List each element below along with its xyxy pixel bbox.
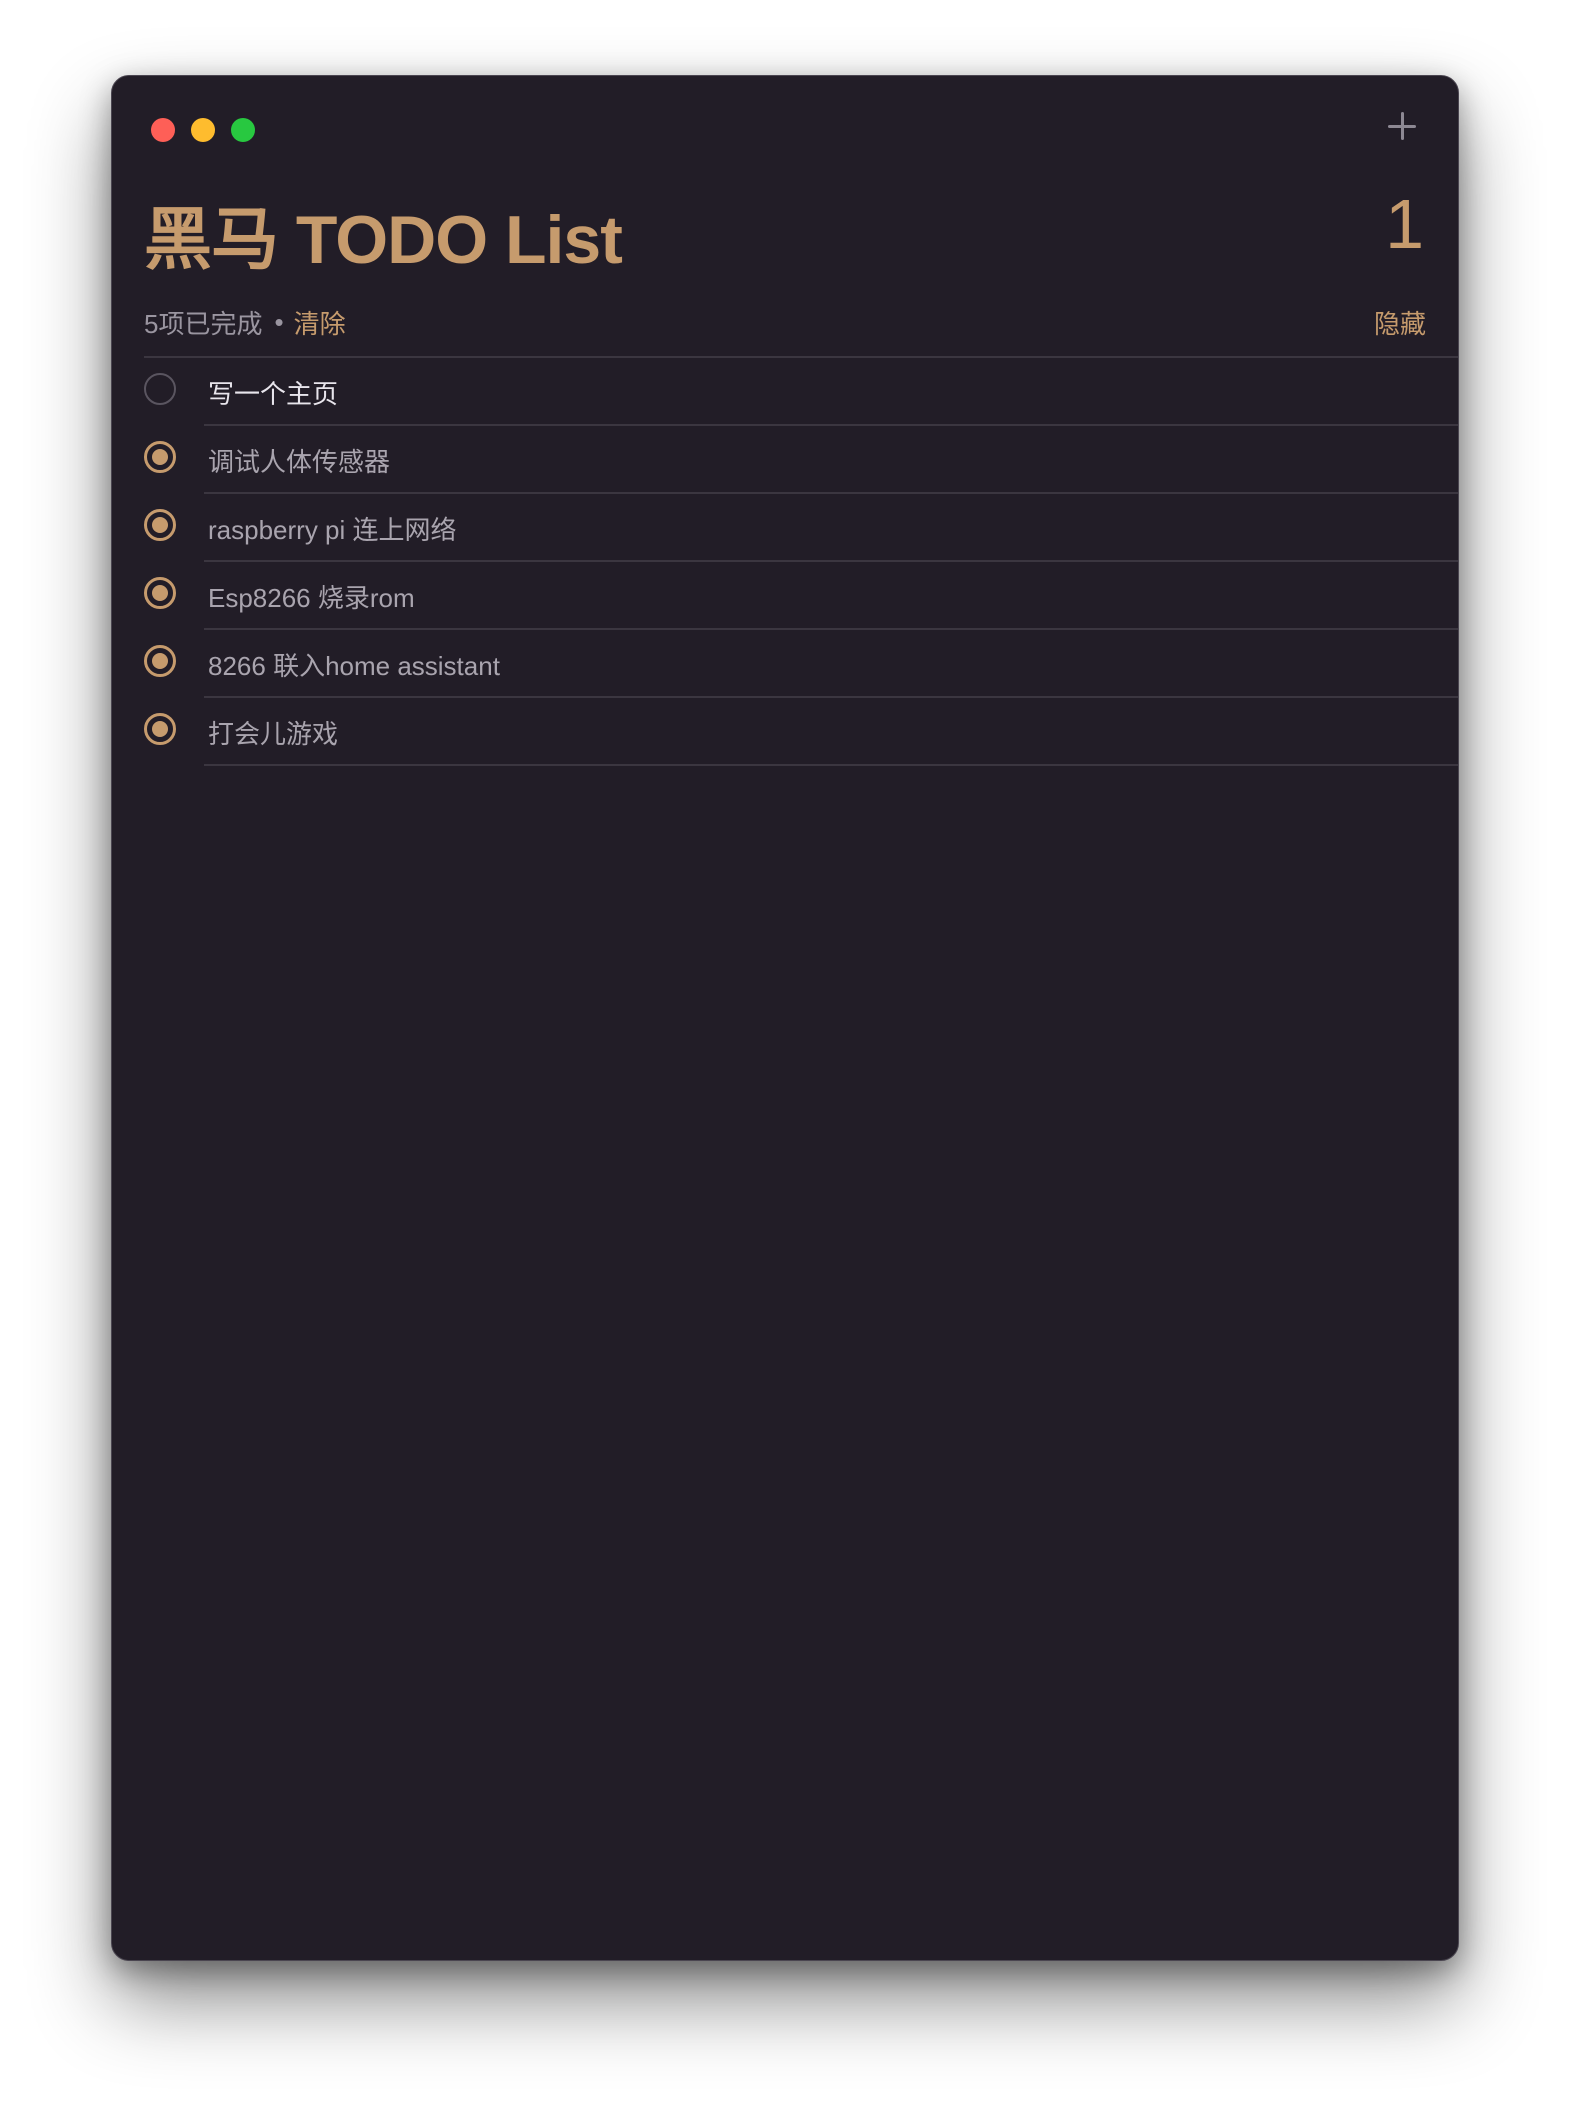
separator-dot: • [274, 307, 284, 337]
hide-completed-button[interactable]: 隐藏 [1374, 304, 1426, 341]
todo-label[interactable]: 写一个主页 [208, 374, 338, 411]
todo-item[interactable]: raspberry pi 连上网络 [112, 494, 1458, 562]
page-title: 黑马 TODO List [144, 202, 623, 278]
checked-circle-icon[interactable] [144, 713, 176, 745]
todo-label[interactable]: 8266 联入home assistant [208, 646, 500, 683]
plus-icon[interactable] [1382, 106, 1422, 146]
completed-count-text: 5项已完成 [144, 309, 263, 339]
todo-list: 写一个主页 调试人体传感器 raspberry pi 连上网络 Esp8266 … [112, 358, 1458, 766]
checked-circle-icon[interactable] [144, 509, 176, 541]
checkbox-circle-icon[interactable] [144, 373, 176, 405]
todo-item[interactable]: 调试人体传感器 [112, 426, 1458, 494]
todo-label[interactable]: Esp8266 烧录rom [208, 578, 415, 615]
minimize-window-button[interactable] [191, 118, 215, 142]
checked-circle-icon[interactable] [144, 577, 176, 609]
completed-summary: 5项已完成 • 清除 [144, 304, 346, 341]
checked-circle-icon[interactable] [144, 645, 176, 677]
clear-completed-button[interactable]: 清除 [294, 304, 346, 341]
app-window: 黑马 TODO List 1 5项已完成 • 清除 隐藏 写一个主页 调试人体传… [111, 75, 1459, 1961]
checked-circle-icon[interactable] [144, 441, 176, 473]
zoom-window-button[interactable] [231, 118, 255, 142]
remaining-count: 1 [1385, 185, 1424, 263]
todo-item[interactable]: 打会儿游戏 [112, 698, 1458, 766]
row-divider [204, 764, 1458, 766]
todo-label[interactable]: raspberry pi 连上网络 [208, 510, 457, 547]
todo-item[interactable]: 8266 联入home assistant [112, 630, 1458, 698]
window-controls [151, 118, 255, 142]
close-window-button[interactable] [151, 118, 175, 142]
todo-item[interactable]: 写一个主页 [112, 358, 1458, 426]
todo-label[interactable]: 调试人体传感器 [208, 442, 390, 479]
todo-item[interactable]: Esp8266 烧录rom [112, 562, 1458, 630]
todo-label[interactable]: 打会儿游戏 [208, 714, 338, 751]
